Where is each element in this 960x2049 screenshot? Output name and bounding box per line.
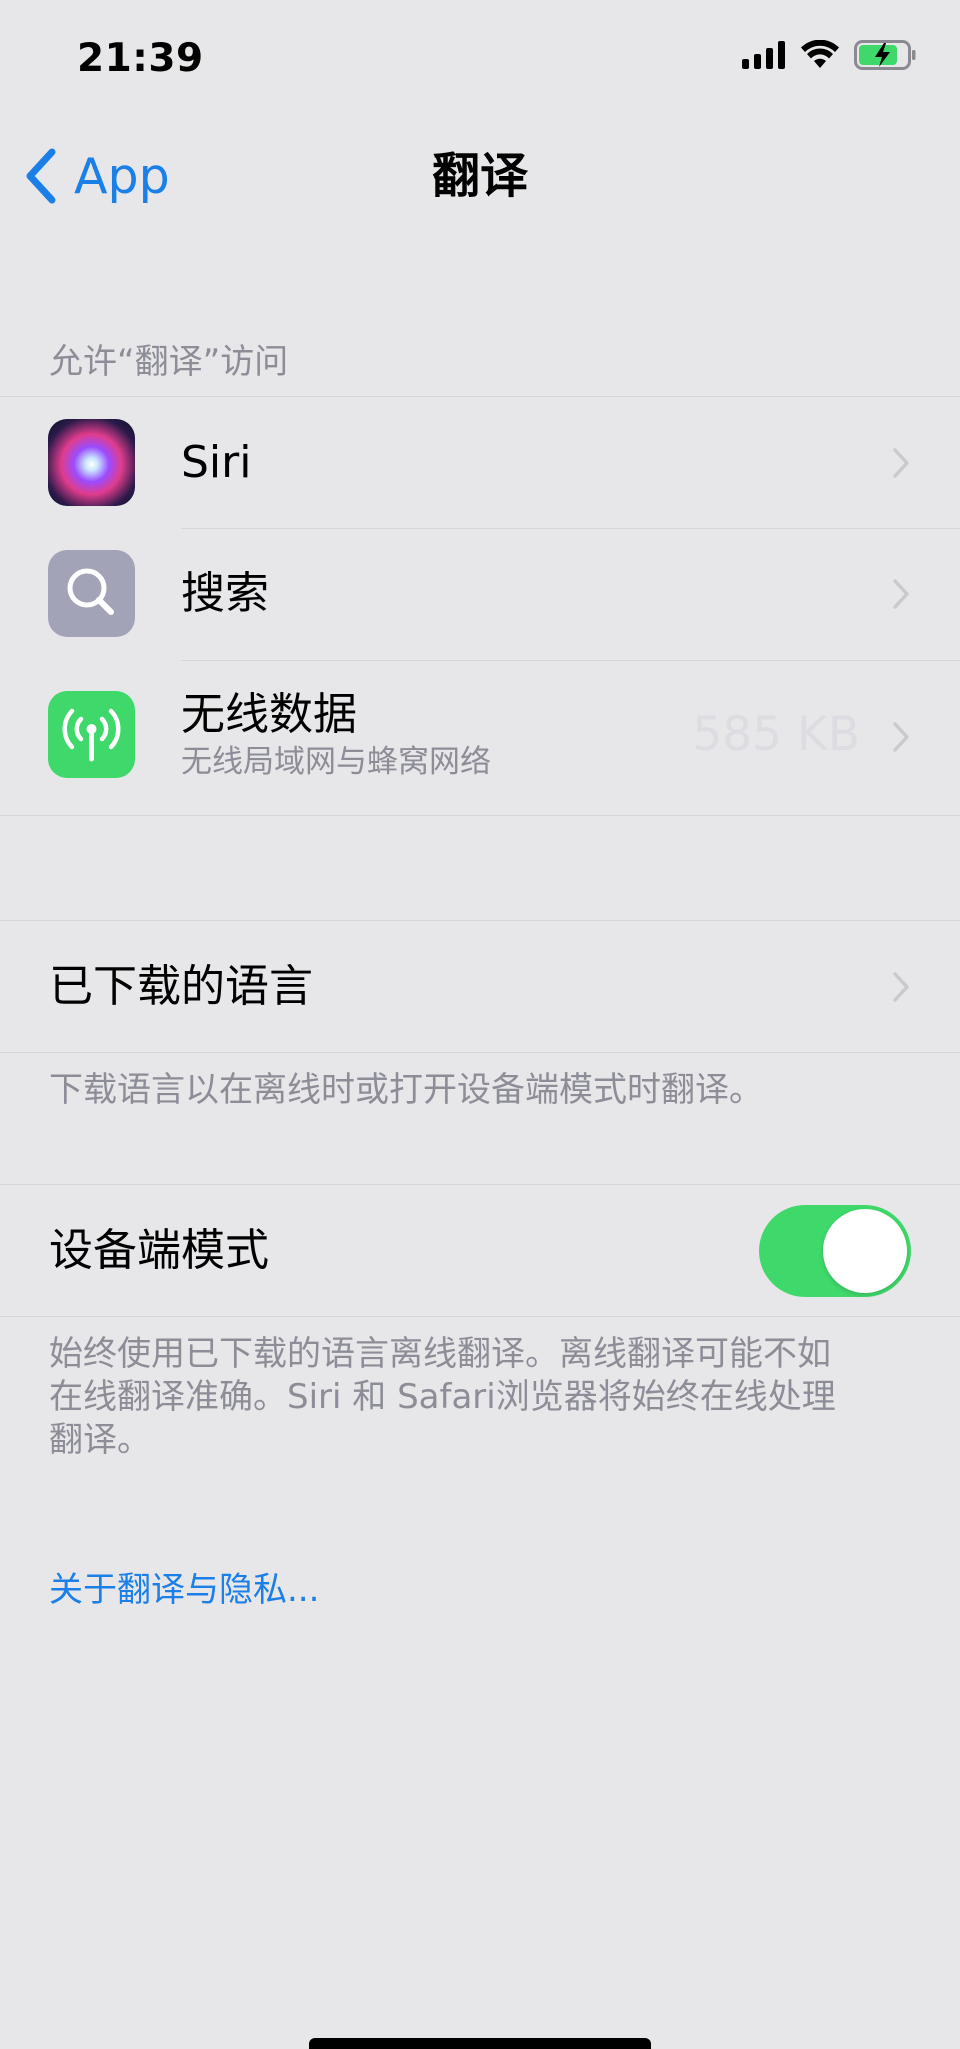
siri-row[interactable]: Siri — [0, 397, 960, 528]
cellular-signal-icon — [742, 41, 785, 69]
search-label: 搜索 — [181, 568, 269, 619]
wifi-icon — [801, 40, 839, 68]
device-mode-footer: 始终使用已下载的语言离线翻译。离线翻译可能不如在线翻译准确。Siri 和 Saf… — [49, 1334, 836, 1460]
page-title: 翻译 — [431, 148, 528, 204]
wireless-data-subtitle: 无线局域网与蜂窝网络 — [181, 744, 491, 780]
device-mode-row: 设备端模式 — [0, 1184, 960, 1317]
chevron-right-icon — [893, 448, 909, 478]
chevron-right-icon — [893, 722, 909, 752]
downloaded-languages-label: 已下载的语言 — [49, 961, 313, 1012]
siri-icon — [48, 419, 135, 506]
translate-privacy-link[interactable]: 关于翻译与隐私... — [49, 1562, 319, 1611]
siri-label: Siri — [181, 437, 252, 488]
wireless-data-label: 无线数据 — [181, 689, 357, 740]
wireless-data-value: 585 KB — [692, 707, 860, 762]
search-row[interactable]: 搜索 — [0, 529, 960, 660]
toggle-knob — [823, 1209, 907, 1293]
chevron-right-icon — [893, 579, 909, 609]
antenna-icon — [48, 691, 135, 778]
device-mode-label: 设备端模式 — [49, 1225, 269, 1276]
languages-footer: 下载语言以在离线时或打开设备端模式时翻译。 — [49, 1070, 763, 1110]
access-group: Siri 搜索 无线数据 无线局域网与蜂窝网络 585 KB — [0, 396, 960, 816]
status-icons — [742, 40, 916, 70]
wireless-data-row[interactable]: 无线数据 无线局域网与蜂窝网络 585 KB — [0, 661, 960, 815]
battery-charging-icon — [854, 40, 916, 70]
chevron-right-icon — [893, 972, 909, 1002]
search-icon — [48, 550, 135, 637]
status-time: 21:39 — [77, 36, 204, 81]
section-header-access: 允许“翻译”访问 — [49, 342, 289, 382]
device-mode-toggle[interactable] — [759, 1205, 911, 1297]
home-indicator — [309, 2038, 651, 2049]
downloaded-languages-row[interactable]: 已下载的语言 — [0, 920, 960, 1053]
